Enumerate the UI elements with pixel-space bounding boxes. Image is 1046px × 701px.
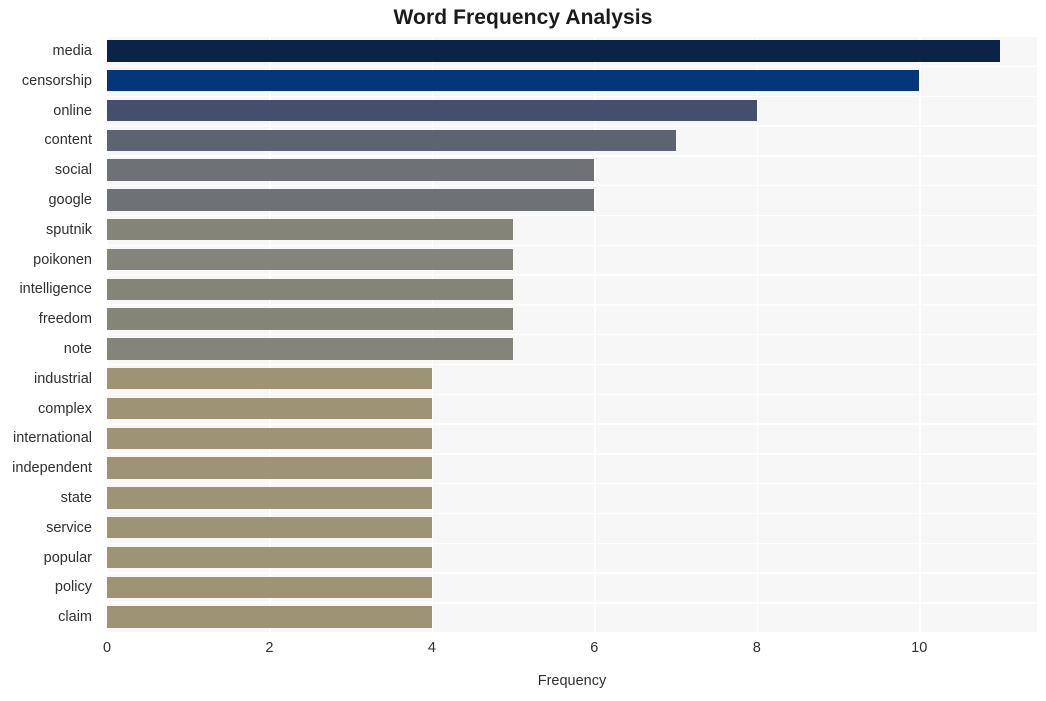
- y-axis-label-service: service: [46, 519, 92, 536]
- y-gridline: [107, 244, 1037, 246]
- bar-row: [107, 185, 1037, 215]
- bar-independent[interactable]: [107, 457, 432, 479]
- y-gridline: [107, 274, 1037, 276]
- y-gridline: [107, 572, 1037, 574]
- y-axis-label-international: international: [13, 430, 92, 447]
- x-axis-tick-labels: 0 2 4 6 8 10: [0, 640, 1046, 666]
- y-gridline: [107, 185, 1037, 187]
- y-gridline: [107, 453, 1037, 455]
- y-axis-label-state: state: [60, 489, 92, 506]
- bar-row: [107, 543, 1037, 573]
- bar-service[interactable]: [107, 516, 432, 539]
- y-gridline: [107, 334, 1037, 336]
- bar-row: [107, 125, 1037, 155]
- bar-row: [107, 483, 1037, 513]
- x-axis-title: Frequency: [537, 673, 607, 689]
- chart-title: Word Frequency Analysis: [393, 6, 653, 29]
- bar-row: [107, 245, 1037, 275]
- y-gridline: [107, 542, 1037, 544]
- x-axis-tick-2: 2: [265, 640, 274, 656]
- bar-row: [107, 66, 1037, 96]
- bar-industrial[interactable]: [107, 367, 432, 390]
- bar-row: [107, 572, 1037, 602]
- bar-freedom[interactable]: [107, 308, 514, 330]
- y-axis-labels: media censorship online content social google…: [0, 36, 100, 632]
- y-gridline: [107, 214, 1037, 217]
- y-axis-label-industrial: industrial: [33, 370, 92, 387]
- y-axis-label-freedom: freedom: [38, 311, 92, 328]
- y-axis-label-social: social: [54, 162, 92, 179]
- y-axis-label-independent: independent: [12, 460, 92, 477]
- y-axis-label-popular: popular: [43, 549, 92, 566]
- word-frequency-chart: Word Frequency Analysis media censorship o…: [0, 0, 1046, 701]
- bar-row: [107, 334, 1037, 364]
- bar-row: [107, 215, 1037, 245]
- y-axis-label-content: content: [44, 132, 92, 149]
- bar-row: [107, 304, 1037, 334]
- y-axis-label-google: google: [48, 191, 92, 208]
- bar-censorship[interactable]: [107, 69, 920, 92]
- x-axis-tick-10: 10: [911, 640, 928, 656]
- bar-international[interactable]: [107, 427, 432, 450]
- y-axis-label-intelligence: intelligence: [19, 281, 92, 298]
- x-axis-tick-8: 8: [752, 640, 761, 656]
- y-gridline: [107, 155, 1037, 157]
- bar-row: [107, 155, 1037, 185]
- y-gridline: [107, 393, 1037, 395]
- bar-row: [107, 36, 1037, 66]
- x-axis-tick-4: 4: [427, 640, 436, 656]
- x-axis-tick-6: 6: [590, 640, 599, 656]
- y-gridline: [107, 363, 1037, 366]
- bar-row: [107, 602, 1037, 632]
- bar-note[interactable]: [107, 338, 514, 360]
- bar-row: [107, 394, 1037, 424]
- y-gridline: [107, 36, 1037, 38]
- y-axis-label-media: media: [52, 42, 93, 59]
- y-gridline: [107, 304, 1037, 306]
- bar-row: [107, 364, 1037, 394]
- y-axis-label-complex: complex: [38, 400, 92, 417]
- y-axis-label-poikonen: poikonen: [33, 251, 92, 268]
- y-axis-label-policy: policy: [54, 579, 92, 596]
- y-gridline: [107, 95, 1037, 97]
- y-axis-label-note: note: [63, 340, 92, 357]
- bar-intelligence[interactable]: [107, 278, 514, 301]
- y-gridline: [107, 483, 1037, 485]
- y-axis-label-online: online: [53, 102, 92, 119]
- y-gridline: [107, 512, 1037, 515]
- bar-row: [107, 423, 1037, 453]
- bar-online[interactable]: [107, 99, 757, 122]
- y-gridline: [107, 125, 1037, 127]
- y-gridline: [107, 423, 1037, 425]
- bar-complex[interactable]: [107, 397, 432, 420]
- bar-policy[interactable]: [107, 576, 432, 599]
- y-gridline: [107, 602, 1037, 604]
- bar-row: [107, 96, 1037, 126]
- x-axis-tick-0: 0: [102, 640, 112, 656]
- bar-sputnik[interactable]: [107, 218, 514, 241]
- y-axis-label-sputnik: sputnik: [46, 221, 92, 238]
- bar-row: [107, 513, 1037, 543]
- bar-popular[interactable]: [107, 546, 432, 569]
- y-axis-label-censorship: censorship: [21, 72, 92, 89]
- bar-content[interactable]: [107, 129, 676, 152]
- bar-google[interactable]: [107, 189, 595, 211]
- bar-poikonen[interactable]: [107, 248, 514, 271]
- bar-row: [107, 274, 1037, 304]
- y-gridline: [107, 65, 1037, 68]
- bar-row: [107, 453, 1037, 483]
- bar-state[interactable]: [107, 487, 432, 509]
- bar-media[interactable]: [107, 40, 1001, 62]
- bar-claim[interactable]: [107, 606, 432, 628]
- bar-social[interactable]: [107, 159, 595, 181]
- plot-area: [107, 36, 1037, 632]
- y-axis-label-claim: claim: [58, 609, 92, 626]
